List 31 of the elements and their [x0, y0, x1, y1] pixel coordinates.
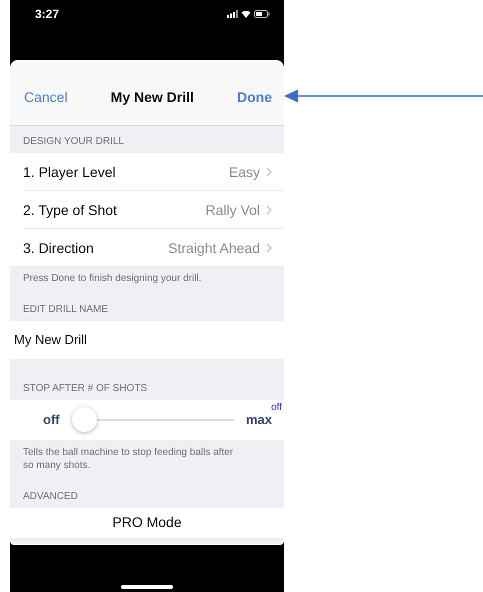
name-field[interactable]: My New Drill [10, 320, 284, 358]
section-header: DESIGN YOUR DRILL [22, 135, 125, 149]
status-time: 3:27 [35, 7, 60, 21]
slider-min-label: off [43, 412, 60, 427]
done-button[interactable]: Done [237, 88, 272, 104]
menu-row[interactable]: 2. Type of Shot Rally Vol [23, 191, 284, 229]
pro-mode-button[interactable]: PRO Mode [112, 514, 182, 530]
slider-reading: off [271, 402, 282, 412]
row-label: 3. Direction [23, 240, 95, 256]
section-footer: Press Done to finish designing your drill. [10, 266, 284, 294]
wifi-icon [241, 10, 251, 18]
cancel-button[interactable]: Cancel [24, 88, 68, 104]
row-label: 1. Player Level [23, 164, 117, 180]
row-value: Straight Ahead [168, 240, 260, 256]
battery-icon [254, 10, 270, 18]
chevron-icon [266, 204, 272, 214]
chevron-icon [266, 166, 272, 176]
section-header: EDIT DRILL NAME [22, 302, 110, 316]
menu-row[interactable]: 3. Direction Straight Ahead [23, 229, 284, 266]
section-header: ADVANCED [22, 490, 79, 504]
row-value: Rally Vol [206, 202, 260, 218]
row-value: Easy [228, 164, 260, 180]
row-label: 2. Type of Shot [23, 202, 118, 218]
home-indicator [121, 585, 173, 589]
section-header: STOP AFTER # OF SHOTS [22, 382, 148, 396]
menu-row[interactable]: 1. Player Level Easy [23, 153, 284, 191]
screen-title: My New Drill [110, 88, 194, 104]
chevron-icon [266, 242, 272, 252]
signal-icon [227, 10, 238, 18]
slider-max-label: max [246, 412, 272, 427]
section-footer: Tells the ball machine to stop feeding balls after so many shots. [10, 440, 284, 480]
